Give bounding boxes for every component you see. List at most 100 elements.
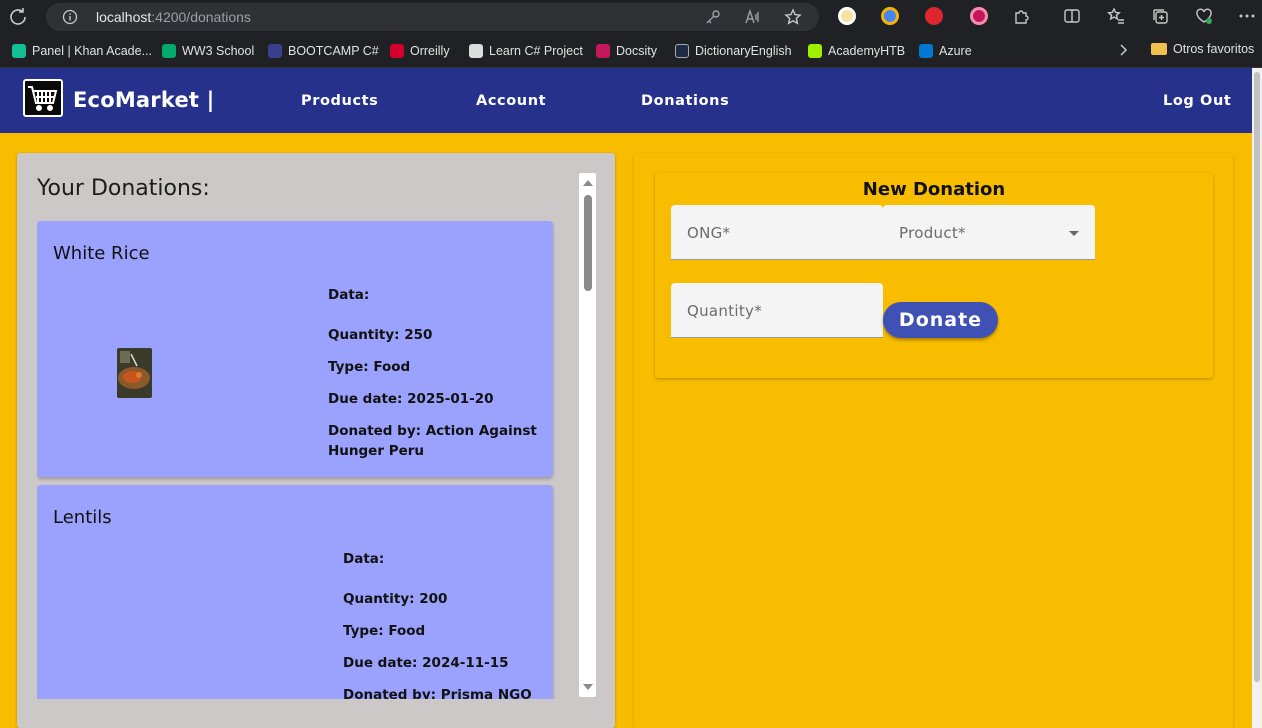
product-placeholder: Product* [899, 224, 966, 242]
bookmark-learn-csharp[interactable]: Learn C# Project [469, 42, 583, 60]
oreilly-icon [390, 44, 404, 58]
info-icon[interactable] [62, 9, 78, 25]
logout-button[interactable]: Log Out [1163, 93, 1231, 109]
page-scrollbar[interactable] [1252, 68, 1262, 728]
azure-icon [919, 44, 933, 58]
donations-list-scrollbar[interactable] [579, 173, 596, 697]
bookmark-label: Docsity [616, 44, 657, 58]
page-scrollbar-thumb[interactable] [1254, 72, 1260, 682]
donation-product-name: Lentils [53, 507, 112, 528]
scroll-down-arrow-icon[interactable] [583, 684, 593, 690]
donation-data-label: Data: [328, 287, 370, 303]
donation-donor: Donated by: Prisma NGO [343, 685, 532, 699]
collections-icon[interactable] [1151, 7, 1169, 25]
donation-details: Data: Quantity: 250 Type: Food Due date:… [328, 285, 537, 461]
ong-field[interactable]: ONG* [671, 205, 883, 260]
ong-placeholder: ONG* [687, 224, 731, 242]
new-donation-form: New Donation ONG* Product* Quantity* Don… [655, 173, 1213, 378]
donation-details: Data: Quantity: 200 Type: Food Due date:… [343, 549, 532, 699]
donor-line-2: Hunger Peru [328, 443, 425, 459]
logo[interactable] [23, 79, 63, 117]
bookmark-folder-other[interactable]: Otros favoritos [1151, 42, 1254, 56]
bookmarks-bar: Panel | Khan Acade... WW3 School BOOTCAM… [0, 33, 1262, 68]
bookmark-folder-label: Otros favoritos [1173, 42, 1255, 56]
scroll-up-arrow-icon[interactable] [583, 180, 593, 186]
bookmark-azure[interactable]: Azure [919, 42, 972, 60]
bookmark-oreilly[interactable]: Orreilly [390, 42, 450, 60]
address-bar[interactable]: localhost:4200/donations [46, 3, 819, 31]
donation-type: Type: Food [343, 623, 426, 639]
bookmark-label: Azure [939, 44, 972, 58]
donation-quantity: Quantity: 250 [328, 327, 433, 343]
key-icon[interactable] [704, 8, 722, 26]
read-aloud-icon[interactable] [744, 8, 762, 26]
extensions-puzzle-icon[interactable] [1013, 7, 1031, 25]
donate-button[interactable]: Donate [883, 302, 998, 338]
donation-card: Lentils Data: Quantity: 200 Type: Food D… [37, 485, 553, 699]
donation-due-date: Due date: 2024-11-15 [343, 655, 509, 671]
browser-toolbar: localhost:4200/donations [0, 0, 1262, 33]
more-menu-icon[interactable] [1238, 7, 1256, 25]
chevron-down-icon [1069, 231, 1079, 236]
dictionary-icon [675, 44, 689, 58]
khan-academy-icon [12, 44, 26, 58]
nav-products[interactable]: Products [301, 93, 378, 109]
bookmark-khan-academy[interactable]: Panel | Khan Acade... [12, 42, 152, 60]
url-host: localhost [96, 9, 152, 25]
bookmark-label: Learn C# Project [489, 44, 583, 58]
htb-icon [808, 44, 822, 58]
quantity-field[interactable]: Quantity* [671, 283, 883, 338]
donor-line-1: Donated by: Prisma NGO [343, 687, 532, 699]
app-navbar: EcoMarket | Products Account Donations L… [0, 68, 1262, 133]
split-screen-icon[interactable] [1063, 7, 1081, 25]
donation-card: White Rice Data: Quantity: 250 Type: Foo… [37, 221, 553, 477]
shopping-cart-icon [28, 86, 58, 111]
bootcamp-icon [268, 44, 282, 58]
bookmark-label: Orreilly [410, 44, 450, 58]
learn-csharp-icon [469, 44, 483, 58]
new-donation-panel: New Donation ONG* Product* Quantity* Don… [634, 153, 1233, 728]
donation-type: Type: Food [328, 359, 411, 375]
bookmark-bootcamp[interactable]: BOOTCAMP C# [268, 42, 379, 60]
nav-account[interactable]: Account [476, 93, 546, 109]
favorites-icon[interactable] [1107, 7, 1125, 25]
donation-due-date: Due date: 2025-01-20 [328, 391, 494, 407]
donation-data-label: Data: [343, 551, 385, 567]
chevron-right-icon[interactable] [1116, 43, 1130, 57]
extension-clock-icon[interactable] [838, 7, 856, 25]
extension-color-icon[interactable] [881, 7, 899, 25]
bookmark-dictionary-english[interactable]: DictionaryEnglish [675, 42, 792, 60]
extension-m-icon[interactable] [970, 7, 988, 25]
donations-list[interactable]: White Rice Data: Quantity: 250 Type: Foo… [37, 221, 556, 699]
extension-shield-icon[interactable] [925, 7, 943, 25]
donations-list-panel: Your Donations: White Rice Data: Quantit… [17, 153, 615, 728]
donor-line-1: Donated by: Action Against [328, 423, 537, 439]
brand-name[interactable]: EcoMarket | [73, 88, 215, 112]
bookmark-label: AcademyHTB [828, 44, 906, 58]
bookmark-label: DictionaryEnglish [695, 44, 792, 58]
bookmark-docsity[interactable]: Docsity [596, 42, 657, 60]
folder-icon [1151, 43, 1167, 55]
favorite-star-icon[interactable] [784, 8, 802, 26]
bookmark-label: WW3 School [182, 44, 255, 58]
w3schools-icon [162, 44, 176, 58]
form-title: New Donation [862, 179, 1006, 200]
health-icon[interactable] [1195, 7, 1213, 25]
product-select[interactable]: Product* [883, 205, 1095, 260]
docsity-icon [596, 44, 610, 58]
nav-donations[interactable]: Donations [641, 93, 729, 109]
food-photo [117, 348, 152, 398]
donation-quantity: Quantity: 200 [343, 591, 448, 607]
bookmark-label: Panel | Khan Acade... [32, 44, 153, 58]
reload-icon[interactable] [6, 5, 30, 29]
donations-title: Your Donations: [37, 176, 210, 201]
donation-product-name: White Rice [53, 243, 150, 264]
bookmark-label: BOOTCAMP C# [288, 44, 379, 58]
bookmark-academy-htb[interactable]: AcademyHTB [808, 42, 905, 60]
url-text[interactable]: localhost:4200/donations [96, 9, 251, 25]
quantity-placeholder: Quantity* [687, 302, 763, 320]
url-path: :4200/donations [151, 9, 251, 25]
bookmark-w3schools[interactable]: WW3 School [162, 42, 254, 60]
scrollbar-thumb[interactable] [584, 195, 592, 291]
donation-donor: Donated by: Action Against Hunger Peru [328, 421, 537, 461]
